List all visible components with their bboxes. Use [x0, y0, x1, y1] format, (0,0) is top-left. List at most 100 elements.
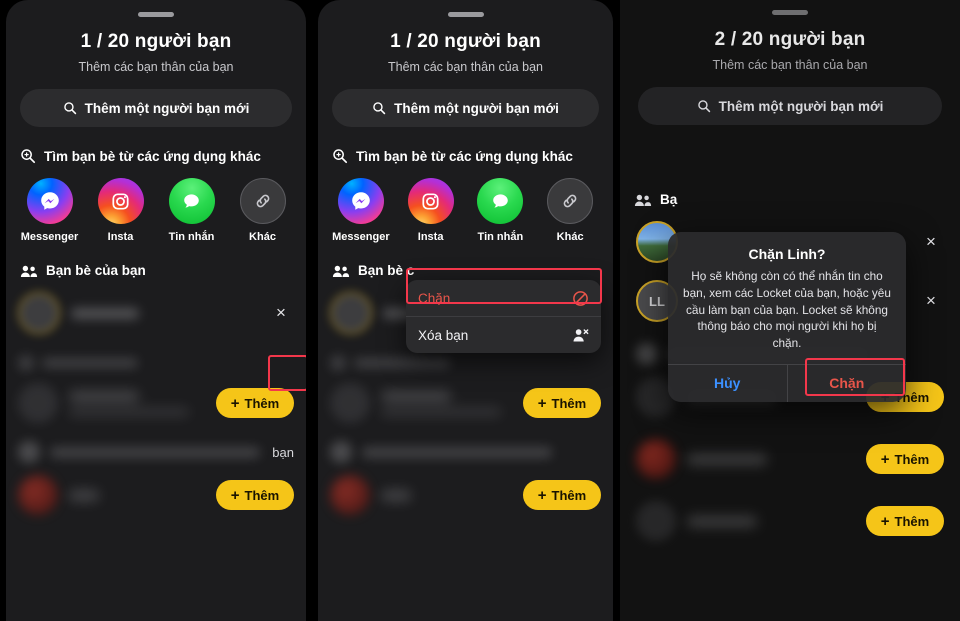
- screenshot-stage: 1 / 20 người bạn Thêm các bạn thân của b…: [0, 0, 960, 621]
- phone-panel-3: 2 / 20 người bạn Thêm các bạn thân của b…: [620, 0, 960, 621]
- add-new-friend-button[interactable]: Thêm một người bạn mới: [332, 89, 599, 127]
- add-friend-button[interactable]: + Thêm: [866, 506, 944, 536]
- find-from-other-apps-row[interactable]: Tìm bạn bè từ các ứng dụng khác: [332, 148, 613, 164]
- avatar: [18, 383, 58, 423]
- page-subtitle: Thêm các bạn thân của bạn: [78, 60, 234, 74]
- plus-icon: +: [537, 394, 547, 412]
- app-shortcut-label: Insta: [417, 231, 444, 243]
- suggestion-row: + Thêm: [18, 475, 294, 515]
- add-new-friend-label: Thêm một người bạn mới: [394, 100, 559, 116]
- app-shortcut-messenger[interactable]: Messenger: [19, 178, 81, 243]
- friends-section-header: Bạn bè c: [332, 263, 613, 278]
- app-shortcut-tin-nhan[interactable]: Tin nhắn: [469, 178, 531, 243]
- remove-friend-button[interactable]: ×: [268, 300, 294, 326]
- plus-icon: +: [537, 486, 547, 504]
- avatar: [330, 475, 370, 515]
- context-menu-label: Chặn: [418, 290, 451, 306]
- suggestion-row: + Thêm: [18, 383, 294, 423]
- app-shortcut-label: Tin nhắn: [168, 231, 215, 243]
- dialog-title: Chặn Linh?: [748, 246, 826, 262]
- add-friend-label: Thêm: [551, 395, 587, 411]
- page-title: 1 / 20 người bạn: [390, 31, 541, 52]
- dialog-message: Họ sẽ không còn có thể nhắn tin cho bạn,…: [683, 269, 891, 350]
- add-friend-button[interactable]: + Thêm: [523, 388, 601, 418]
- avatar: [18, 475, 58, 515]
- suggestion-name: [381, 390, 523, 416]
- add-friend-label: Thêm: [551, 487, 587, 503]
- app-shortcut-insta[interactable]: Insta: [90, 178, 152, 243]
- find-from-other-apps-label: Tìm bạn bè từ các ứng dụng khác: [44, 148, 261, 164]
- section-tail-word: bạn: [272, 444, 294, 460]
- suggestion-group-header: [330, 355, 601, 371]
- suggestion-name: [69, 489, 216, 501]
- app-shortcut-insta[interactable]: Insta: [400, 178, 462, 243]
- imessage-icon: [477, 178, 524, 224]
- add-friend-button[interactable]: + Thêm: [866, 444, 944, 474]
- app-shortcuts-row: Messenger Insta Tin nhắn Khác: [14, 178, 298, 243]
- remove-friend-button[interactable]: ×: [918, 288, 944, 314]
- block-confirm-dialog: Chặn Linh? Họ sẽ không còn có thể nhắn t…: [668, 232, 906, 402]
- plus-icon: +: [230, 394, 240, 412]
- friend-row[interactable]: ×: [18, 289, 294, 337]
- suggestion-name: [687, 453, 866, 465]
- add-friend-label: Thêm: [894, 451, 930, 467]
- app-shortcut-label: Tin nhắn: [477, 231, 524, 243]
- add-friend-label: Thêm: [894, 513, 930, 529]
- suggestion-name: [381, 489, 523, 501]
- app-shortcut-tin-nhan[interactable]: Tin nhắn: [161, 178, 223, 243]
- avatar-initials: LL: [649, 293, 665, 309]
- app-shortcut-label: Messenger: [20, 231, 79, 243]
- friends-section-header: Bạn bè của bạn: [20, 263, 306, 278]
- friends-section-header: Bạ: [634, 192, 960, 207]
- page-title: 2 / 20 người bạn: [714, 29, 866, 50]
- add-new-friend-button[interactable]: Thêm một người bạn mới: [20, 89, 292, 127]
- people-icon: [332, 264, 350, 278]
- dialog-confirm-block-button[interactable]: Chặn: [788, 365, 907, 402]
- suggestion-row: + Thêm: [330, 383, 601, 423]
- dialog-body: Chặn Linh? Họ sẽ không còn có thể nhắn t…: [668, 232, 906, 364]
- phone-panel-2: 1 / 20 người bạn Thêm các bạn thân của b…: [318, 0, 613, 621]
- context-menu-item-block[interactable]: Chặn: [406, 280, 601, 316]
- app-shortcut-messenger[interactable]: Messenger: [330, 178, 392, 243]
- context-menu-item-remove-friend[interactable]: Xóa bạn: [406, 317, 601, 353]
- link-icon: [547, 178, 594, 224]
- page-subtitle: Thêm các bạn thân của bạn: [712, 58, 868, 72]
- remove-friend-button[interactable]: ×: [918, 229, 944, 255]
- avatar: [636, 501, 676, 541]
- sheet-drag-handle[interactable]: [447, 12, 484, 17]
- suggestion-row: + Thêm: [636, 439, 944, 479]
- avatar: [18, 292, 60, 334]
- sheet-drag-handle[interactable]: [138, 12, 174, 17]
- add-friend-button[interactable]: + Thêm: [216, 480, 294, 510]
- block-icon: [572, 290, 589, 307]
- phone-panel-1: 1 / 20 người bạn Thêm các bạn thân của b…: [6, 0, 306, 621]
- friends-section-label: Bạn bè của bạn: [46, 263, 146, 278]
- find-from-other-apps-row[interactable]: Tìm bạn bè từ các ứng dụng khác: [20, 148, 306, 164]
- context-menu-label: Xóa bạn: [418, 327, 469, 343]
- app-shortcut-label: Insta: [736, 164, 763, 176]
- app-shortcut-khac[interactable]: Khác: [232, 178, 294, 243]
- add-friend-button[interactable]: + Thêm: [216, 388, 294, 418]
- add-new-friend-button[interactable]: Thêm một người bạn mới: [638, 87, 942, 125]
- friends-section-label: Bạn bè c: [358, 263, 415, 278]
- add-friend-button[interactable]: + Thêm: [523, 480, 601, 510]
- plus-icon: +: [880, 512, 890, 530]
- friends-section-label: Bạ: [660, 192, 678, 207]
- add-friend-label: Thêm: [244, 395, 280, 411]
- link-icon: [239, 178, 286, 224]
- app-shortcut-label: Khác: [249, 231, 276, 243]
- search-plus-icon: [332, 148, 348, 164]
- suggestion-name: [687, 515, 866, 527]
- app-shortcut-label: Messenger: [639, 164, 698, 176]
- dialog-actions: Hủy Chặn: [668, 363, 907, 402]
- suggestion-row: + Thêm: [636, 501, 944, 541]
- dialog-cancel-button[interactable]: Hủy: [668, 365, 787, 402]
- messenger-icon: [337, 178, 384, 224]
- add-new-friend-label: Thêm một người bạn mới: [718, 98, 884, 114]
- sheet-drag-handle[interactable]: [772, 10, 808, 15]
- suggestion-group-header: [18, 355, 294, 371]
- page-title: 1 / 20 người bạn: [80, 31, 232, 52]
- app-shortcut-label: Khác: [556, 231, 584, 243]
- app-shortcut-khac[interactable]: Khác: [539, 178, 601, 243]
- suggestion-row: + Thêm: [330, 475, 601, 515]
